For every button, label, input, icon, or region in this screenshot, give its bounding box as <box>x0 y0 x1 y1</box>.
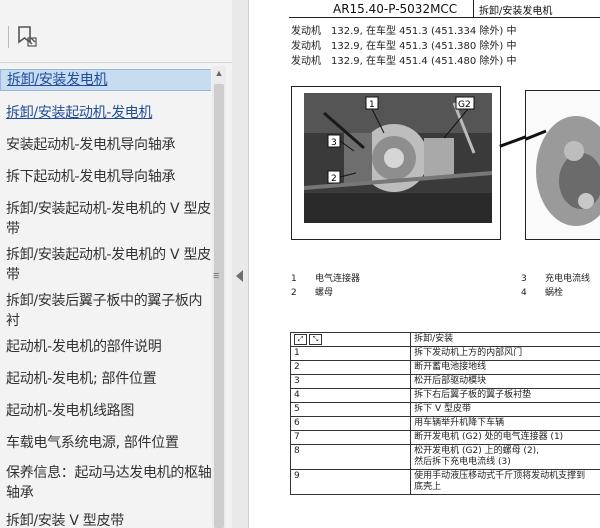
alternator-figure: 1 G2 3 2 <box>291 86 501 240</box>
applicability-line: 发动机 132.9, 在车型 451.3 (451.334 除外) 中 <box>291 26 517 37</box>
toc-item[interactable]: 起动机-发电机的部件说明 <box>0 337 211 357</box>
toc-item[interactable]: 起动机-发电机; 部件位置 <box>0 369 211 389</box>
procedure-table: ⤢ ⤡ 拆卸/安装 1 拆下发动机上方的内部风门 2 断开蓄电池接地线 3 松开后部驱动… <box>289 332 600 495</box>
table-row: 3 松开后部驱动模块 <box>289 374 600 389</box>
document-header: AR15.40-P-5032MCC 拆卸/安装发电机 <box>289 0 600 18</box>
table-of-contents: 拆卸/安装发电机 拆卸/安装起动机-发电机 安装起动机-发电机导向轴承 拆下起动机-发… <box>0 66 211 528</box>
applicability-line: 发动机 132.9, 在车型 451.3 (451.380 除外) 中 <box>291 41 517 52</box>
document-code: AR15.40-P-5032MCC <box>333 2 458 16</box>
collapse-icon[interactable]: ⤡ <box>309 334 322 345</box>
table-header: 拆卸/安装 <box>410 332 600 347</box>
expand-collapse-icons[interactable]: ⤢ ⤡ <box>294 334 324 345</box>
legend-item: 3 充电电流线 <box>521 274 591 284</box>
engine-figure <box>495 90 600 240</box>
toc-item[interactable]: 拆卸/安装起动机-发电机的 V 型皮带 <box>0 245 211 285</box>
panel-toolbar <box>0 0 232 62</box>
table-header-row: ⤢ ⤡ 拆卸/安装 <box>289 332 600 347</box>
table-row: 8 松开发电机 (G2) 上的螺母 (2), 然后拆下充电电流线 (3) <box>289 444 600 470</box>
toolbar-divider <box>8 26 9 48</box>
table-row: 7 断开发电机 (G2) 处的电气连接器 (1) <box>289 430 600 445</box>
header-divider <box>473 0 474 17</box>
legend-item: 4 蜗栓 <box>521 288 564 298</box>
callout-g2: G2 <box>458 100 471 110</box>
callout-1: 1 <box>369 100 375 110</box>
toc-item[interactable]: 保养信息：起动马达发电机的枢轴轴承 <box>0 463 211 503</box>
alternator-photo: 1 G2 3 2 <box>304 93 492 223</box>
engine-photo <box>495 91 600 239</box>
callout-3: 3 <box>331 138 337 148</box>
resize-grip-icon[interactable]: ≡ <box>213 270 219 282</box>
legend-item: 2 螺母 <box>291 288 334 298</box>
pointer-line <box>499 135 527 148</box>
table-row: 6 用车辆举升机降下车辆 <box>289 416 600 431</box>
panel-splitter[interactable] <box>232 0 249 528</box>
toc-item[interactable]: 安装起动机-发电机导向轴承 <box>0 135 211 155</box>
legend-item: 1 电气连接器 <box>291 274 361 284</box>
document-page: AR15.40-P-5032MCC 拆卸/安装发电机 发动机 132.9, 在车型… <box>249 0 600 528</box>
scroll-up-icon[interactable]: ▲ <box>212 66 226 80</box>
toc-item[interactable]: 拆卸/安装 V 型皮带 <box>0 511 211 528</box>
table-row: 9 使用手动液压移动式千斤顶将发动机支撑到 底壳上 <box>289 469 600 495</box>
applicability-line: 发动机 132.9, 在车型 451.4 (451.480 除外) 中 <box>291 56 517 67</box>
collapse-panel-icon[interactable] <box>236 270 243 282</box>
bookmark-icon[interactable] <box>14 24 40 50</box>
navigation-panel: 拆卸/安装发电机 拆卸/安装起动机-发电机 安装起动机-发电机导向轴承 拆下起动机-发… <box>0 0 233 528</box>
table-row: 5 拆下 V 型皮带 <box>289 402 600 417</box>
toc-item[interactable]: 起动机-发电机线路图 <box>0 401 211 421</box>
table-row: 4 拆下右后翼子板的翼子板衬垫 <box>289 388 600 403</box>
toc-item[interactable]: 拆卸/安装起动机-发电机 <box>0 103 211 123</box>
expand-icon[interactable]: ⤢ <box>294 334 307 345</box>
table-row: 2 断开蓄电池接地线 <box>289 360 600 375</box>
toc-item[interactable]: 车载电气系统电源, 部件位置 <box>0 433 211 453</box>
toc-item[interactable]: 拆卸/安装起动机-发电机的 V 型皮带 <box>0 199 211 239</box>
table-row: 1 拆下发动机上方的内部风门 <box>289 346 600 361</box>
toc-item[interactable]: 拆卸/安装后翼子板中的翼子板内衬 <box>0 291 211 331</box>
callout-2: 2 <box>331 174 337 184</box>
toc-item[interactable]: 拆卸/安装发电机 <box>0 69 211 91</box>
scrollbar-thumb[interactable] <box>214 84 224 528</box>
panel-separator <box>0 62 232 63</box>
document-section-title: 拆卸/安装发电机 <box>479 6 553 17</box>
toc-item[interactable]: 拆下起动机-发电机导向轴承 <box>0 167 211 187</box>
